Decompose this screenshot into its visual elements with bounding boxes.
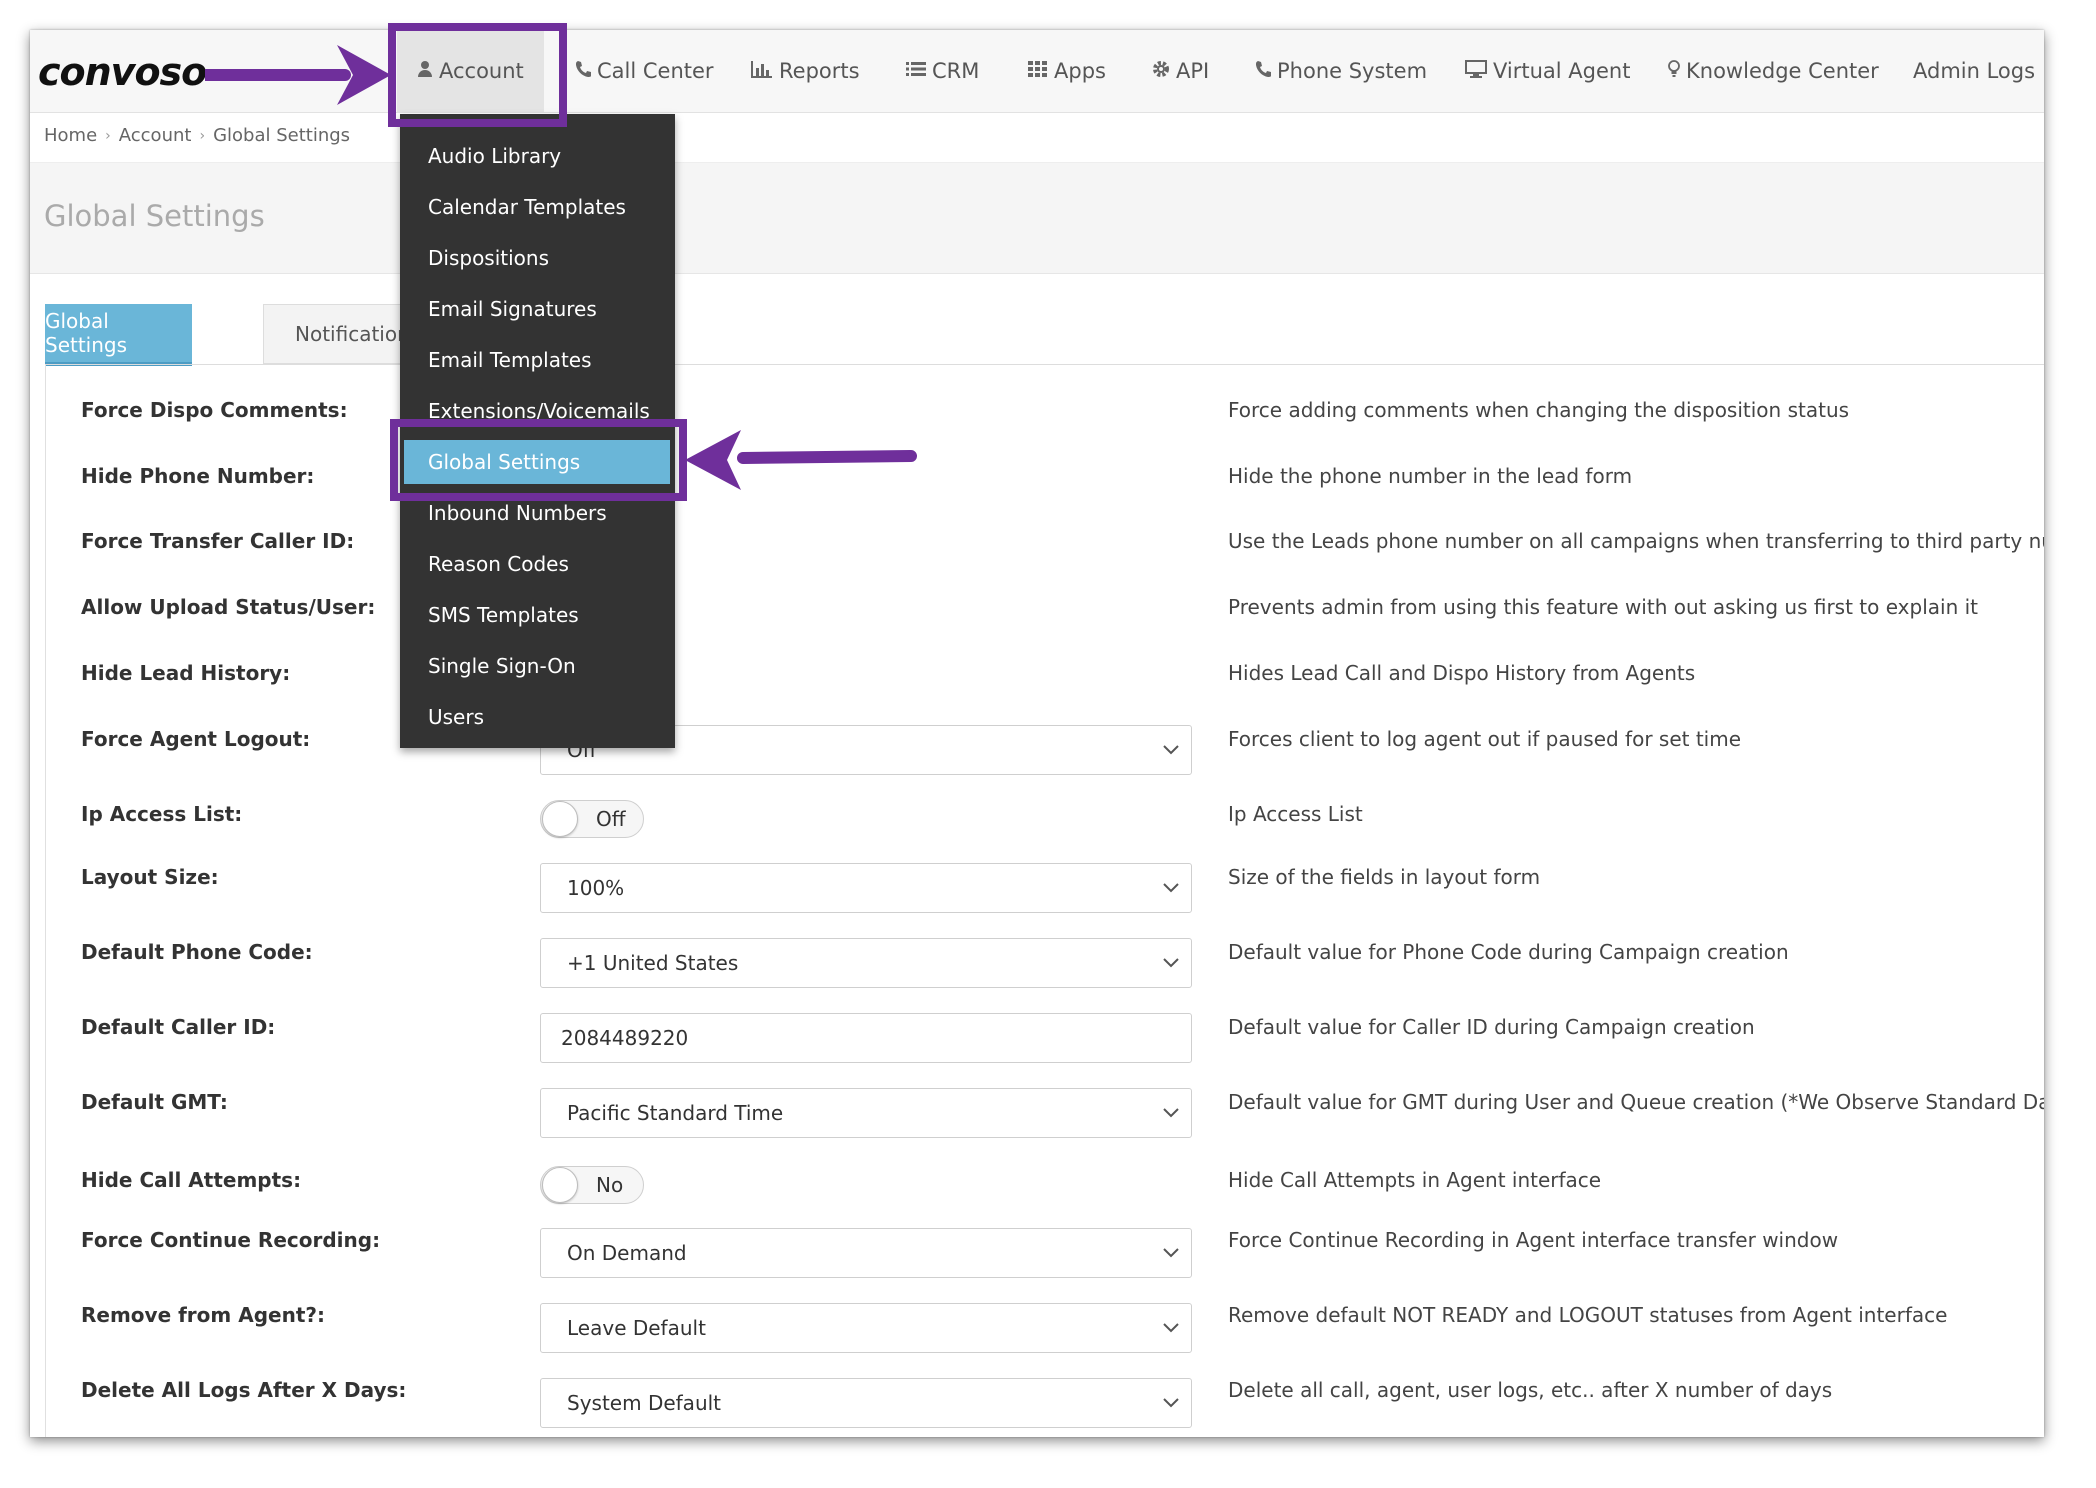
setting-description: Default value for Caller ID during Campa…: [1228, 1015, 1755, 1039]
setting-description: Size of the fields in layout form: [1228, 865, 1541, 889]
chevron-right-icon: ›: [105, 127, 111, 144]
setting-label: Default GMT:: [81, 1090, 228, 1114]
chevron-right-icon: ›: [199, 127, 206, 144]
menu-item-email-signatures[interactable]: Email Signatures: [400, 287, 675, 331]
default-phone-code-select[interactable]: +1 United States: [540, 938, 1192, 988]
setting-label: Force Dispo Comments:: [81, 398, 348, 422]
menu-item-sms-templates[interactable]: SMS Templates: [400, 593, 675, 637]
toggle-knob: [542, 1167, 578, 1203]
monitor-icon: [1465, 59, 1487, 83]
annotation-arrow-icon: [205, 45, 391, 105]
setting-label: Force Continue Recording:: [81, 1228, 381, 1252]
nav-apps[interactable]: Apps: [1028, 30, 1106, 112]
setting-label: Hide Phone Number:: [81, 464, 315, 488]
nav-phone-system[interactable]: Phone System: [1255, 30, 1427, 112]
breadcrumb-home[interactable]: Home: [44, 125, 97, 146]
setting-description: Force Continue Recording in Agent interf…: [1228, 1228, 1839, 1252]
toggle-knob: [542, 801, 578, 837]
app-window: convoso Account Call Center Reports CRM: [30, 30, 2044, 1437]
annotation-highlight-global-settings: [390, 419, 687, 501]
phone-icon: [575, 60, 592, 83]
menu-item-audio-library[interactable]: Audio Library: [400, 134, 675, 178]
setting-description: Hide the phone number in the lead form: [1228, 464, 1633, 488]
remove-from-agent-select[interactable]: Leave Default: [540, 1303, 1192, 1353]
nav-reports[interactable]: Reports: [751, 30, 860, 112]
nav-virtual-agent[interactable]: Virtual Agent: [1465, 30, 1630, 112]
hide-call-attempts-toggle[interactable]: No: [540, 1166, 644, 1204]
nav-crm[interactable]: CRM: [906, 30, 979, 112]
setting-label: Hide Call Attempts:: [81, 1168, 302, 1192]
setting-description: Hides Lead Call and Dispo History from A…: [1228, 661, 1696, 685]
annotation-highlight-account: [388, 23, 567, 127]
grid-icon: [1028, 60, 1048, 82]
menu-item-dispositions[interactable]: Dispositions: [400, 236, 675, 280]
setting-label: Hide Lead History:: [81, 661, 291, 685]
delete-logs-select[interactable]: System Default: [540, 1378, 1192, 1428]
setting-description: Default value for GMT during User and Qu…: [1228, 1090, 2044, 1114]
setting-label: Remove from Agent?:: [81, 1303, 325, 1327]
setting-description: Hide Call Attempts in Agent interface: [1228, 1168, 1602, 1192]
setting-description: Use the Leads phone number on all campai…: [1228, 529, 2044, 553]
setting-description: Force adding comments when changing the …: [1228, 398, 1850, 422]
breadcrumb: Home › Account › Global Settings: [44, 125, 350, 146]
default-gmt-select[interactable]: Pacific Standard Time: [540, 1088, 1192, 1138]
bar-chart-icon: [751, 60, 773, 83]
setting-description: Default value for Phone Code during Camp…: [1228, 940, 1789, 964]
setting-description: Remove default NOT READY and LOGOUT stat…: [1228, 1303, 1948, 1327]
chevron-down-icon: [1159, 951, 1183, 975]
setting-label: Ip Access List:: [81, 802, 243, 826]
menu-item-email-templates[interactable]: Email Templates: [400, 338, 675, 382]
layout-size-select[interactable]: 100%: [540, 863, 1192, 913]
menu-item-calendar-templates[interactable]: Calendar Templates: [400, 185, 675, 229]
menu-item-single-sign-on[interactable]: Single Sign-On: [400, 644, 675, 688]
menu-item-users[interactable]: Users: [400, 695, 675, 739]
tab-global-settings[interactable]: Global Settings: [45, 304, 192, 366]
nav-knowledge-center[interactable]: Knowledge Center: [1668, 30, 1879, 112]
setting-label: Default Phone Code:: [81, 940, 313, 964]
default-caller-id-input[interactable]: [540, 1013, 1192, 1063]
setting-label: Default Caller ID:: [81, 1015, 276, 1039]
setting-description: Ip Access List: [1228, 802, 1363, 826]
nav-admin-logs[interactable]: Admin Logs: [1913, 30, 2035, 112]
chevron-down-icon: [1159, 1101, 1183, 1125]
force-continue-recording-select[interactable]: On Demand: [540, 1228, 1192, 1278]
page-header: Global Settings: [30, 162, 2044, 274]
chevron-down-icon: [1159, 1391, 1183, 1415]
setting-label: Force Agent Logout:: [81, 727, 311, 751]
breadcrumb-account[interactable]: Account: [119, 125, 192, 146]
list-icon: [906, 61, 926, 82]
chevron-down-icon: [1159, 738, 1183, 762]
setting-description: Forces client to log agent out if paused…: [1228, 727, 1742, 751]
annotation-arrow-icon: [685, 430, 917, 490]
setting-label: Allow Upload Status/User:: [81, 595, 376, 619]
setting-label: Force Transfer Caller ID:: [81, 529, 355, 553]
nav-call-center[interactable]: Call Center: [575, 30, 714, 112]
setting-description: Delete all call, agent, user logs, etc..…: [1228, 1378, 1833, 1402]
ip-access-list-toggle[interactable]: Off: [540, 800, 644, 838]
phone-icon: [1255, 60, 1272, 83]
chevron-down-icon: [1159, 1316, 1183, 1340]
breadcrumb-current: Global Settings: [213, 125, 351, 146]
setting-description: Prevents admin from using this feature w…: [1228, 595, 1979, 619]
menu-item-reason-codes[interactable]: Reason Codes: [400, 542, 675, 586]
lightbulb-icon: [1668, 59, 1680, 83]
chevron-down-icon: [1159, 876, 1183, 900]
gear-icon: [1152, 60, 1170, 83]
page-title: Global Settings: [44, 199, 265, 233]
convoso-logo[interactable]: convoso: [38, 50, 207, 94]
chevron-down-icon: [1159, 1241, 1183, 1265]
setting-label: Layout Size:: [81, 865, 219, 889]
setting-label: Delete All Logs After X Days:: [81, 1378, 407, 1402]
nav-api[interactable]: API: [1152, 30, 1209, 112]
